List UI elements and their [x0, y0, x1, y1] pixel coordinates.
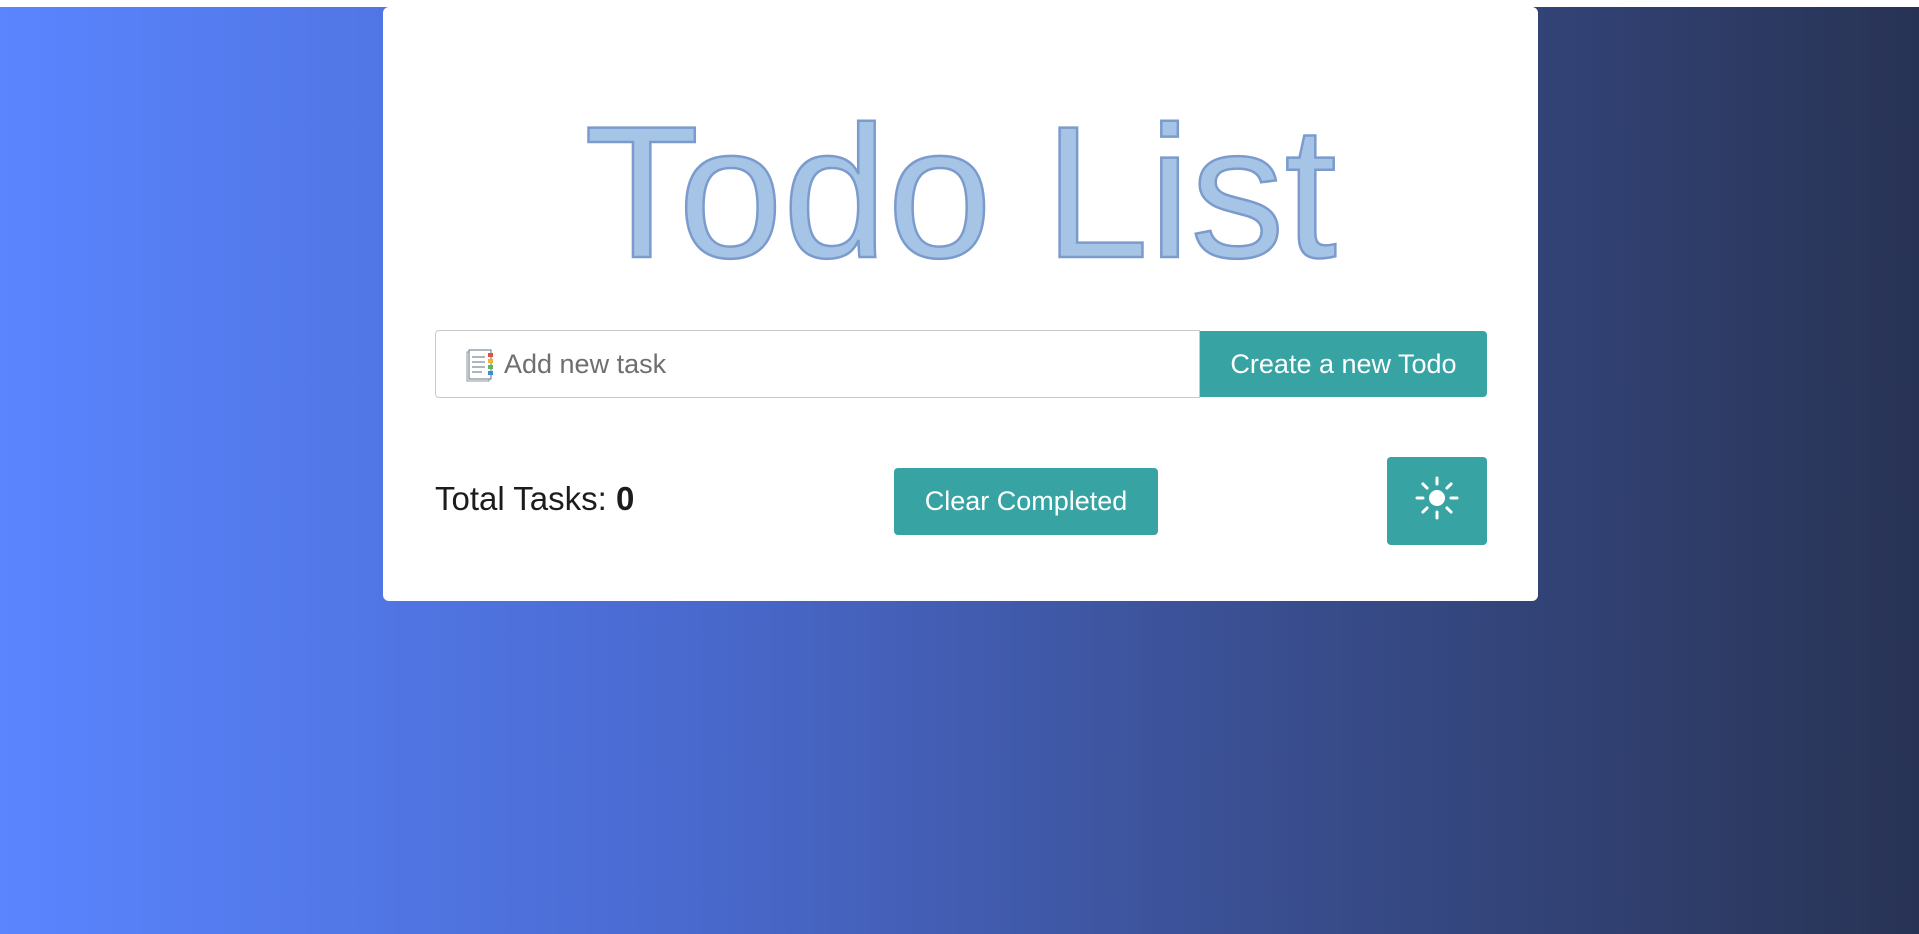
todo-card: Todo List Create a new Todo [383, 7, 1538, 601]
task-input-container[interactable] [435, 330, 1200, 398]
create-todo-button[interactable]: Create a new Todo [1200, 331, 1487, 397]
clear-completed-button[interactable]: Clear Completed [894, 468, 1158, 535]
page-title: Todo List [583, 87, 1338, 297]
top-strip [0, 0, 1919, 7]
stats-row: Total Tasks: 0 Clear Completed [435, 450, 1487, 545]
theme-toggle-button[interactable] [1387, 457, 1487, 545]
total-tasks: Total Tasks: 0 [435, 480, 634, 518]
add-task-row: Create a new Todo [435, 330, 1487, 398]
task-input[interactable] [504, 341, 1184, 387]
total-tasks-count: 0 [615, 480, 635, 517]
total-tasks-label: Total Tasks: [435, 480, 607, 517]
sun-icon [1413, 474, 1461, 529]
notepad-icon [466, 349, 494, 383]
